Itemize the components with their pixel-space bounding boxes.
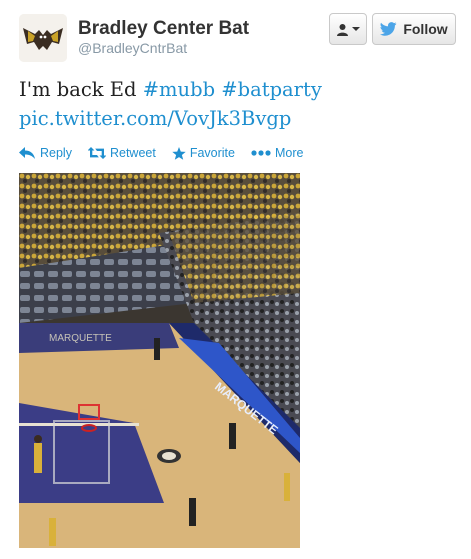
twitter-bird-icon <box>380 22 397 36</box>
follow-button[interactable]: Follow <box>372 13 456 45</box>
hashtag-link[interactable]: #batparty <box>221 78 322 101</box>
more-button[interactable]: More <box>251 146 303 160</box>
avatar[interactable] <box>19 14 67 62</box>
svg-text:MARQUETTE: MARQUETTE <box>49 333 112 344</box>
favorite-label: Favorite <box>189 146 235 160</box>
reply-button[interactable]: Reply <box>19 146 72 160</box>
reply-label: Reply <box>40 146 72 160</box>
user-dropdown-button[interactable] <box>329 13 367 45</box>
chevron-down-icon <box>352 27 360 31</box>
hashtag-link[interactable]: #mubb <box>143 78 215 101</box>
ellipsis-icon <box>251 150 271 156</box>
user-icon <box>337 23 348 36</box>
tweet-actions: Reply Retweet Favorite More <box>19 146 319 160</box>
basketball-arena-image: MARQUETTE MARQUETTE <box>19 173 300 548</box>
favorite-button[interactable]: Favorite <box>172 146 235 160</box>
bat-icon <box>19 14 67 62</box>
star-icon <box>172 146 186 160</box>
tweet-text: I'm back Ed #mubb #batparty pic.twitter.… <box>19 75 459 133</box>
retweet-icon <box>87 147 106 159</box>
tweet-text-plain: I'm back Ed <box>19 78 137 101</box>
user-name[interactable]: Bradley Center Bat <box>78 18 249 40</box>
follow-label: Follow <box>403 21 448 37</box>
media-link[interactable]: pic.twitter.com/VovJk3Bvgp <box>19 107 291 130</box>
reply-icon <box>19 147 35 159</box>
more-label: More <box>274 146 304 160</box>
retweet-button[interactable]: Retweet <box>87 146 156 160</box>
retweet-label: Retweet <box>109 146 156 160</box>
user-handle[interactable]: @BradleyCntrBat <box>78 40 187 56</box>
tweet-photo[interactable]: MARQUETTE MARQUETTE <box>19 173 300 548</box>
